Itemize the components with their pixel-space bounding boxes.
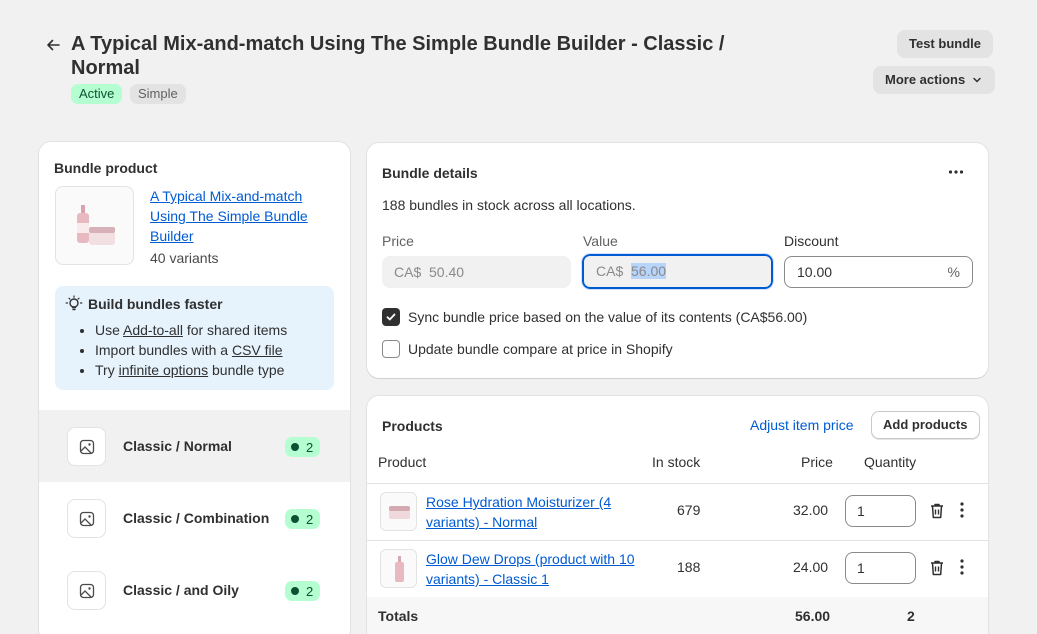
column-header-stock: In stock [652,454,701,470]
tip-item: Use Add-to-all for shared items [95,320,287,340]
totals-label: Totals [378,608,419,624]
image-placeholder-icon [67,427,106,466]
bundle-product-link[interactable]: A Typical Mix-and-match Using The Simple… [150,186,330,246]
bundle-product-heading: Bundle product [54,160,158,176]
trash-icon[interactable] [929,559,945,577]
totals-row: Totals 56.00 2 [367,597,988,634]
table-row: Rose Hydration Moisturizer (4 variants) … [367,483,988,540]
variant-row-classic-combination[interactable]: Classic / Combination 2 [39,482,350,554]
bundle-product-card: Bundle product A Typical Mix-and-match U… [39,142,350,634]
variant-count-badge: 2 [285,581,321,601]
totals-quantity: 2 [907,608,915,624]
quantity-input[interactable]: 1 [845,495,916,527]
discount-field[interactable]: 10.00 % [784,256,973,288]
add-to-all-link[interactable]: Add-to-all [123,322,183,338]
more-actions-label: More actions [885,72,966,87]
tip-heading: Build bundles faster [88,296,223,312]
price-label: Price [382,233,414,249]
product-thumbnail [380,492,417,531]
tip-item: Try infinite options bundle type [95,360,287,380]
variant-name: Classic / Combination [123,510,270,526]
variant-count-badge: 2 [285,509,321,529]
totals-price: 56.00 [795,608,831,624]
trash-icon[interactable] [929,502,945,520]
more-vertical-icon[interactable] [957,558,967,576]
product-link[interactable]: Rose Hydration Moisturizer (4 variants) … [426,492,651,532]
type-badge: Simple [130,84,186,104]
compare-price-checkbox[interactable] [382,340,400,358]
bundle-details-card: Bundle details 188 bundles in stock acro… [367,143,988,378]
variant-name: Classic / and Oily [123,582,239,598]
infinite-options-link[interactable]: infinite options [119,362,209,378]
table-row: Glow Dew Drops (product with 10 variants… [367,540,988,597]
variant-count-badge: 2 [285,437,321,457]
variants-count: 40 variants [150,250,219,266]
stock-cell: 679 [677,502,701,518]
product-thumbnail [380,549,417,588]
discount-label: Discount [784,233,839,249]
sync-price-label: Sync bundle price based on the value of … [408,309,808,325]
quantity-input[interactable]: 1 [845,552,916,584]
price-cell: 32.00 [793,502,829,518]
lightbulb-icon [65,295,83,311]
products-card: Products Adjust item price Add products … [367,396,988,634]
price-cell: 24.00 [793,559,829,575]
compare-price-label: Update bundle compare at price in Shopif… [408,341,673,357]
variant-name: Classic / Normal [123,438,232,454]
value-label: Value [583,233,618,249]
csv-file-link[interactable]: CSV file [232,342,283,358]
add-products-button[interactable]: Add products [871,411,980,439]
image-placeholder-icon [67,571,106,610]
bundle-details-heading: Bundle details [382,165,478,181]
sync-price-checkbox[interactable] [382,308,400,326]
adjust-item-price-link[interactable]: Adjust item price [750,417,853,433]
back-arrow-icon[interactable] [42,34,64,56]
tip-list: Use Add-to-all for shared items Import b… [95,320,287,380]
image-placeholder-icon [67,499,106,538]
checkmark-icon [386,313,396,321]
price-field[interactable]: CA$ 50.40 [382,256,571,288]
product-thumbnail [55,186,134,265]
variant-row-classic-oily[interactable]: Classic / and Oily 2 [39,554,350,626]
tip-item: Import bundles with a CSV file [95,340,287,360]
value-field[interactable]: CA$ 56.00 [581,253,774,290]
test-bundle-button[interactable]: Test bundle [897,30,993,58]
more-vertical-icon[interactable] [957,501,967,519]
tip-banner: Build bundles faster Use Add-to-all for … [55,286,334,390]
variant-row-classic-normal[interactable]: Classic / Normal 2 [39,410,350,482]
stock-summary: 188 bundles in stock across all location… [382,197,636,213]
products-heading: Products [382,418,443,434]
product-link[interactable]: Glow Dew Drops (product with 10 variants… [426,549,651,589]
column-header-product: Product [378,454,427,470]
more-horizontal-icon[interactable] [947,163,965,184]
status-badge: Active [71,84,123,104]
page-title: A Typical Mix-and-match Using The Simple… [71,33,725,79]
stock-cell: 188 [677,559,701,575]
more-actions-button[interactable]: More actions [873,66,996,94]
column-header-quantity: Quantity [864,454,917,470]
chevron-down-icon [973,77,981,83]
column-header-price: Price [801,454,833,470]
